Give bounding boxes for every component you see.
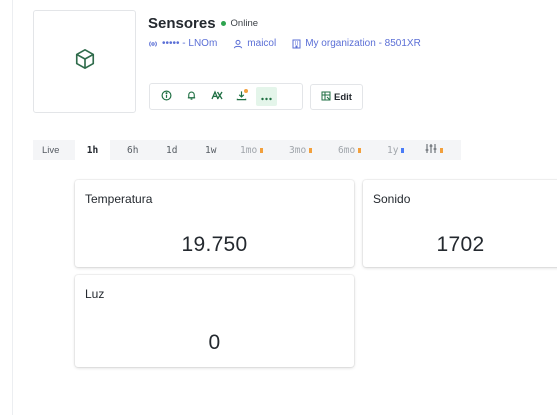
range-1mo[interactable]: 1mo — [240, 140, 264, 160]
edit-icon — [321, 91, 331, 104]
api-icon — [210, 88, 223, 106]
range-3mo-label: 3mo — [289, 144, 307, 156]
edit-label: Edit — [334, 91, 352, 103]
download-badge-dot — [244, 89, 248, 93]
range-6h[interactable]: 6h — [127, 140, 138, 160]
widget-value: 19.750 — [181, 233, 248, 256]
building-icon — [292, 39, 301, 49]
range-1w[interactable]: 1w — [205, 140, 216, 160]
device-thumbnail — [33, 10, 136, 113]
range-1y[interactable]: 1y — [387, 140, 405, 160]
range-6mo-label: 6mo — [338, 144, 356, 156]
range-live[interactable]: Live — [42, 145, 59, 156]
device-header: Sensores Online — [148, 13, 258, 33]
user-icon — [233, 39, 243, 49]
device-organization[interactable]: My organization - 8501XR — [305, 38, 421, 49]
download-button[interactable] — [231, 87, 252, 106]
range-1h[interactable]: 1h — [75, 140, 110, 160]
status-badge: Online — [230, 17, 259, 29]
premium-marker — [358, 147, 362, 153]
info-icon — [161, 88, 172, 106]
status-dot — [220, 20, 226, 26]
premium-marker — [440, 147, 443, 153]
device-toolbar — [149, 83, 303, 110]
cube-icon — [74, 48, 96, 75]
widget-card-luz[interactable]: Luz 0 — [75, 275, 354, 367]
left-sidebar-edge — [0, 0, 13, 415]
range-6mo[interactable]: 6mo — [338, 140, 362, 160]
range-1y-label: 1y — [387, 144, 399, 156]
info-button[interactable] — [156, 87, 177, 106]
api-button[interactable] — [206, 87, 227, 106]
more-button[interactable] — [256, 87, 277, 106]
widget-title: Luz — [85, 287, 105, 301]
range-1mo-label: 1mo — [240, 144, 258, 156]
notifications-button[interactable] — [181, 87, 202, 106]
widget-value: 1702 — [436, 233, 485, 256]
more-icon — [261, 88, 272, 106]
time-range-bar: Live 1h 6h 1d 1w 1mo 3mo 6mo 1y — [33, 140, 461, 160]
widget-title: Temperatura — [85, 192, 153, 206]
sliders-icon — [425, 143, 437, 157]
device-title: Sensores — [148, 14, 216, 32]
bell-icon — [186, 88, 197, 106]
range-1d[interactable]: 1d — [166, 140, 177, 160]
widget-card-temperatura[interactable]: Temperatura 19.750 — [75, 180, 354, 267]
premium-marker — [309, 147, 313, 153]
device-meta: ••••• - LNOm maicol My organization - 85… — [148, 38, 421, 49]
premium-marker — [260, 147, 264, 153]
widget-value: 0 — [208, 331, 221, 354]
custom-range-button[interactable] — [425, 140, 443, 160]
widget-card-sonido[interactable]: Sonido 1702 — [363, 180, 557, 267]
widget-title: Sonido — [373, 192, 411, 206]
device-identifier[interactable]: ••••• - LNOm — [162, 38, 217, 49]
edit-button[interactable]: Edit — [310, 84, 363, 110]
device-owner[interactable]: maicol — [247, 38, 276, 49]
range-3mo[interactable]: 3mo — [289, 140, 313, 160]
wifi-icon — [148, 39, 158, 49]
premium-marker — [401, 147, 405, 153]
